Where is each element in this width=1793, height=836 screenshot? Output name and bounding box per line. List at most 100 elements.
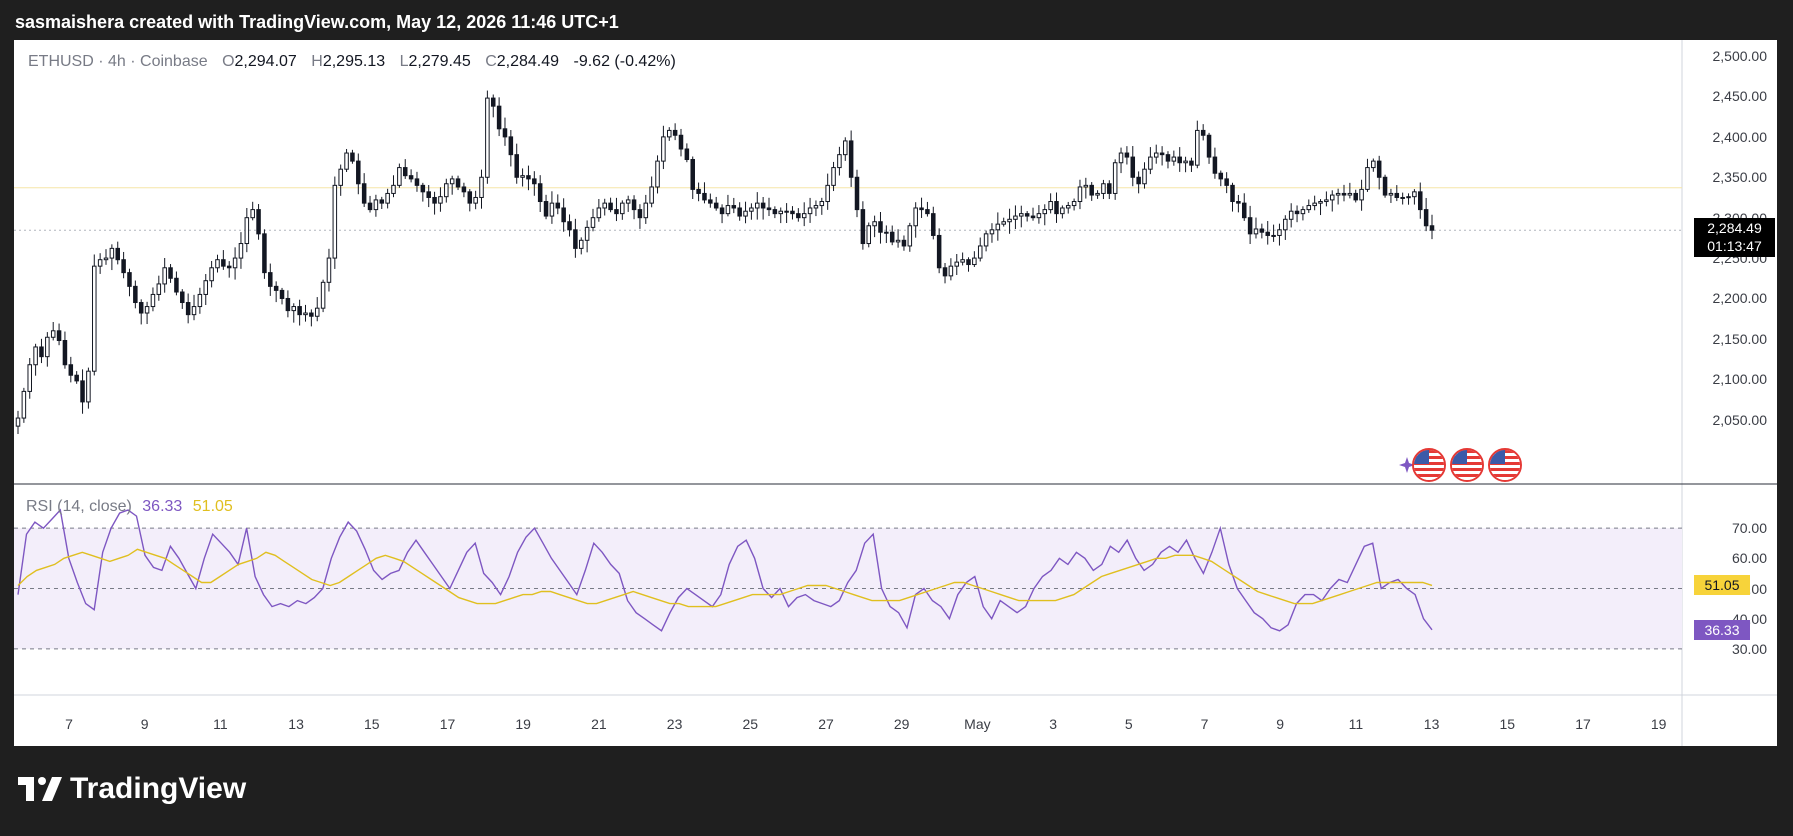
- candle-body: [1124, 152, 1130, 158]
- candle-body: [555, 202, 561, 209]
- candle-body: [1024, 213, 1030, 217]
- candle-body: [133, 285, 138, 304]
- candle-body: [344, 152, 349, 170]
- candle-body: [180, 291, 185, 304]
- rsi-ma-badge: 51.05: [1694, 575, 1750, 596]
- candle-body: [960, 259, 965, 263]
- candle-body: [1359, 188, 1364, 201]
- candle-body: [285, 297, 291, 312]
- candle-body: [39, 346, 44, 358]
- candle-body: [174, 277, 179, 293]
- candle-body: [661, 136, 666, 162]
- candle-body: [485, 97, 490, 178]
- candle-body: [92, 265, 97, 372]
- candle-body: [889, 231, 895, 243]
- candle-body: [15, 417, 21, 427]
- candle-body: [1406, 196, 1411, 199]
- candle-body: [1418, 191, 1423, 211]
- time-tick-label: 17: [439, 716, 456, 732]
- candle-body: [62, 339, 68, 366]
- candle-body: [1030, 215, 1036, 219]
- candle-body: [467, 191, 473, 204]
- time-tick-label: 23: [666, 716, 683, 732]
- candle-body: [966, 259, 971, 266]
- candle-body: [1294, 210, 1300, 215]
- candle-body: [766, 207, 772, 211]
- candle-body: [367, 202, 373, 211]
- candle-body: [338, 168, 343, 186]
- candle-body: [1288, 210, 1294, 220]
- candle-body: [813, 205, 819, 209]
- candle-body: [602, 202, 607, 209]
- tradingview-logo[interactable]: TradingView: [18, 772, 246, 806]
- brand-name: TradingView: [70, 772, 247, 805]
- candle-body: [1153, 152, 1159, 158]
- symbol-label[interactable]: ETHUSD · 4h · Coinbase: [28, 53, 208, 70]
- candle-body: [807, 207, 813, 215]
- candle-body: [1412, 191, 1417, 198]
- time-tick-label: 13: [288, 716, 304, 732]
- time-tick-label: 9: [1276, 716, 1285, 732]
- time-tick-label: 25: [742, 716, 759, 732]
- candle-body: [397, 167, 402, 186]
- candle-body: [361, 183, 367, 204]
- candle-body: [755, 202, 760, 209]
- chart-panel[interactable]: ETHUSD · 4h · Coinbase O2,294.07 H2,295.…: [14, 40, 1777, 746]
- candle-body: [1324, 199, 1329, 203]
- candle-body: [232, 257, 238, 269]
- candle-body: [725, 205, 731, 215]
- candle-body: [625, 199, 631, 204]
- candle-body: [326, 257, 332, 283]
- us-flag-icon[interactable]: [1488, 448, 1522, 482]
- candle-body: [115, 247, 121, 261]
- candle-body: [426, 191, 431, 198]
- candle-body: [1394, 192, 1400, 198]
- candle-body: [1001, 221, 1006, 225]
- candle-body: [314, 307, 320, 317]
- candle-body: [162, 267, 167, 285]
- candle-body: [1077, 186, 1083, 203]
- candle-body: [696, 188, 701, 194]
- candle-body: [262, 233, 267, 274]
- candle-body: [1224, 178, 1229, 186]
- candle-body: [925, 209, 930, 215]
- candle-body: [1118, 152, 1124, 164]
- time-tick-label: 29: [893, 716, 910, 732]
- candle-body: [1171, 156, 1177, 162]
- candle-body: [309, 312, 314, 317]
- candle-body: [684, 148, 690, 161]
- candle-body: [74, 374, 79, 382]
- countdown-value: 01:13:47: [1707, 238, 1762, 255]
- open-value: 2,294.07: [234, 53, 297, 70]
- candle-body: [273, 285, 279, 291]
- chart-svg[interactable]: [14, 40, 1777, 746]
- us-flag-icon[interactable]: [1412, 448, 1446, 482]
- price-tick-label: 2,500.00: [1712, 48, 1768, 65]
- candle-body: [1230, 184, 1235, 203]
- high-label: H: [311, 53, 323, 70]
- candle-body: [743, 210, 748, 217]
- rsi-label[interactable]: RSI (14, close): [26, 498, 132, 515]
- candle-body: [1382, 176, 1388, 196]
- candle-body: [320, 281, 326, 309]
- candle-body: [350, 152, 355, 162]
- time-tick-label: 27: [818, 716, 834, 732]
- candle-body: [907, 225, 913, 247]
- candle-body: [1200, 129, 1206, 136]
- candle-body: [1335, 192, 1341, 196]
- us-flag-icon[interactable]: [1450, 448, 1484, 482]
- close-value: 2,284.49: [496, 53, 560, 70]
- candle-body: [872, 221, 877, 227]
- rsi-tick-label: 30.00: [1731, 640, 1767, 657]
- candle-body: [702, 192, 707, 201]
- candle-body: [156, 283, 162, 295]
- candle-body: [33, 346, 38, 366]
- time-tick-label: 7: [65, 716, 73, 732]
- candle-body: [584, 226, 590, 241]
- candle-body: [1371, 160, 1376, 169]
- candle-body: [1130, 156, 1136, 178]
- candle-body: [1142, 168, 1147, 185]
- candle-body: [197, 293, 203, 308]
- candle-body: [1148, 156, 1153, 170]
- candle-body: [578, 239, 584, 249]
